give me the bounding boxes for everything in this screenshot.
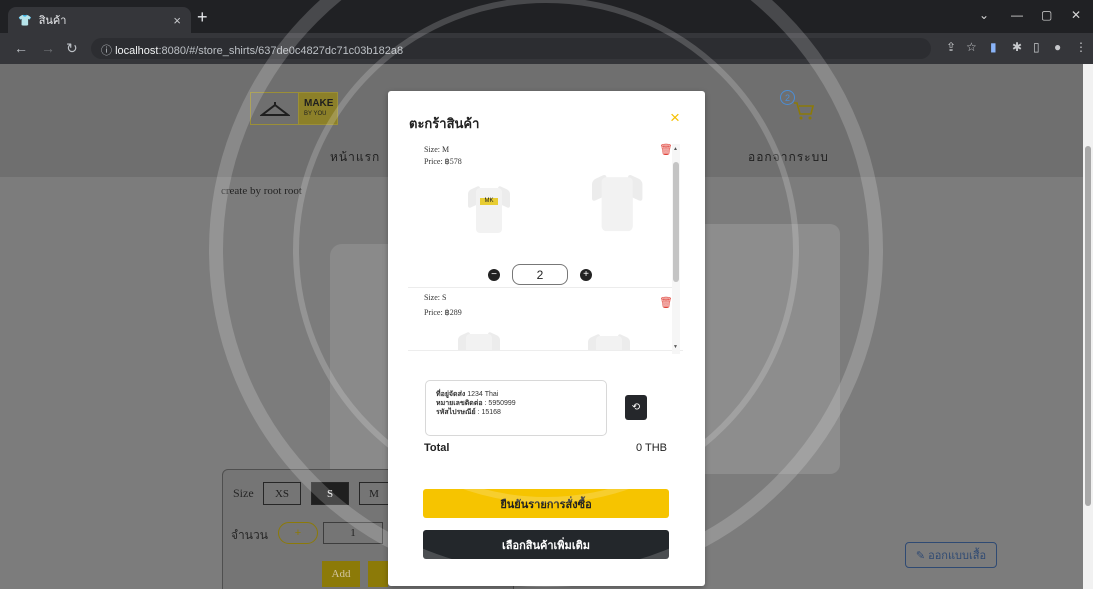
shirt-back-image — [592, 168, 643, 234]
size-s-button[interactable]: S — [311, 482, 349, 505]
scroll-up-icon[interactable]: ▲ — [673, 146, 678, 152]
creator-text: create by root root — [221, 185, 302, 197]
cart-icon[interactable] — [793, 100, 815, 128]
cart-item-qty-input[interactable]: 2 — [512, 264, 568, 285]
add-button[interactable]: Add — [322, 561, 360, 587]
tab-title: สินค้า — [38, 15, 67, 27]
size-xs-button[interactable]: XS — [263, 482, 301, 505]
shirt-back-image — [588, 328, 630, 350]
address-bar: ← → ↻ ⓘ localhost:8080/#/store_shirts/63… — [0, 33, 1093, 64]
pencil-icon: ✎ — [915, 549, 926, 562]
cart-item: Size: M Price: ฿578 🗑 MK − 2 + — [408, 135, 676, 285]
new-tab-button[interactable]: + — [197, 7, 208, 27]
quantity-plus-button[interactable]: + — [278, 522, 318, 544]
trash-icon[interactable]: 🗑 — [659, 296, 673, 309]
trash-icon[interactable]: 🗑 — [659, 143, 673, 156]
forward-icon[interactable]: → — [41, 40, 55, 56]
page-scrollbar-thumb[interactable] — [1085, 146, 1091, 506]
secondary-button[interactable] — [368, 561, 388, 587]
url-path: :8080/#/store_shirts/637de0c4827dc71c03b… — [158, 45, 404, 57]
design-shirt-button[interactable]: ✎ ออกแบบเสื้อ — [905, 542, 997, 568]
reload-icon[interactable]: ↻ — [66, 40, 78, 57]
cart-modal: ตะกร้าสินค้า × Size: M Price: ฿578 🗑 MK … — [388, 91, 705, 586]
close-icon[interactable]: × — [670, 108, 680, 128]
bookmark-star-icon[interactable]: ☆ — [966, 40, 977, 54]
minus-icon[interactable]: − — [488, 268, 500, 281]
logo-text-byyou: BY YOU — [304, 110, 327, 117]
phone-label: หมายเลขติดต่อ — [436, 400, 483, 407]
sidebar-icon[interactable]: ▯ — [1033, 40, 1040, 54]
puzzle-icon[interactable]: ✱ — [1012, 40, 1022, 54]
menu-icon[interactable]: ⋮ — [1075, 40, 1087, 54]
nav-logout[interactable]: ออกจากระบบ — [748, 148, 829, 167]
continue-shopping-button[interactable]: เลือกสินค้าเพิ่มเติม — [423, 530, 669, 559]
edit-address-button[interactable]: ⟲ — [625, 395, 647, 420]
url-host: localhost — [115, 45, 159, 57]
plus-icon[interactable]: + — [580, 268, 592, 281]
design-shirt-label: ออกแบบเสื้อ — [928, 550, 987, 562]
site-logo[interactable]: MAKE BY YOU — [250, 92, 338, 125]
confirm-order-button[interactable]: ยืนยันรายการสั่งซื้อ — [423, 489, 669, 518]
url-field[interactable]: ⓘ localhost:8080/#/store_shirts/637de0c4… — [91, 38, 931, 59]
browser-tab[interactable]: 👕 สินค้า × — [8, 7, 191, 33]
cart-item-size: Size: M — [424, 145, 450, 154]
shirt-front-image: MK — [468, 180, 510, 235]
phone-value: 5950999 — [488, 400, 516, 407]
extension-icon[interactable]: ▮ — [990, 40, 997, 54]
address-value: 1234 Thai — [467, 391, 499, 398]
postcode-value: 15168 — [481, 409, 501, 416]
shipping-address-box: ที่อยู่จัดส่ง 1234 Thai หมายเลขติดต่อ : … — [425, 380, 607, 436]
cart-item-size: Size: S — [424, 293, 447, 302]
cart-modal-title: ตะกร้าสินค้า — [409, 116, 480, 131]
address-label: ที่อยู่จัดส่ง — [436, 391, 466, 398]
close-window-icon[interactable]: ✕ — [1071, 8, 1081, 22]
tab-search-icon[interactable]: ⌄ — [979, 8, 989, 22]
quantity-input[interactable]: 1 — [323, 522, 383, 544]
info-icon[interactable]: ⓘ — [101, 45, 115, 57]
share-icon[interactable]: ⇪ — [946, 40, 956, 54]
hanger-icon — [251, 93, 299, 124]
edit-icon: ⟲ — [631, 402, 641, 413]
profile-icon[interactable]: ● — [1054, 40, 1061, 54]
back-icon[interactable]: ← — [14, 40, 28, 56]
cart-item-list[interactable]: Size: M Price: ฿578 🗑 MK − 2 + Size: S P… — [408, 135, 683, 351]
cart-item-price: Price: ฿578 — [424, 157, 462, 166]
postcode-label: รหัสไปรษณีย์ — [436, 409, 476, 416]
cart-scrollbar-thumb[interactable] — [673, 162, 679, 282]
shirt-favicon-icon: 👕 — [18, 14, 32, 27]
logo-text-make: MAKE — [304, 97, 334, 109]
cart-item: Size: S Price: ฿289 🗑 — [408, 287, 676, 350]
total-value: 0 THB — [636, 442, 667, 454]
browser-window: 👕 สินค้า × + ⌄ — ▢ ✕ ← → ↻ ⓘ localhost:8… — [0, 0, 1093, 589]
tab-bar: 👕 สินค้า × + ⌄ — ▢ ✕ — [0, 0, 1093, 33]
total-label: Total — [424, 442, 450, 454]
cart-item-price: Price: ฿289 — [424, 308, 462, 317]
nav-home[interactable]: หน้าแรก — [330, 148, 380, 167]
tab-close-icon[interactable]: × — [173, 13, 181, 28]
quantity-label: จำนวน — [231, 528, 268, 542]
size-m-button[interactable]: M — [359, 482, 389, 505]
cart-item-quantity: − 2 + — [488, 264, 592, 285]
size-label: Size — [233, 486, 254, 500]
minimize-icon[interactable]: — — [1011, 8, 1023, 22]
shirt-front-image — [458, 326, 500, 350]
maximize-icon[interactable]: ▢ — [1041, 8, 1052, 22]
scroll-down-icon[interactable]: ▼ — [673, 344, 678, 350]
cart-scrollbar[interactable]: ▲ ▼ — [672, 144, 680, 354]
page-scrollbar[interactable] — [1083, 64, 1093, 589]
